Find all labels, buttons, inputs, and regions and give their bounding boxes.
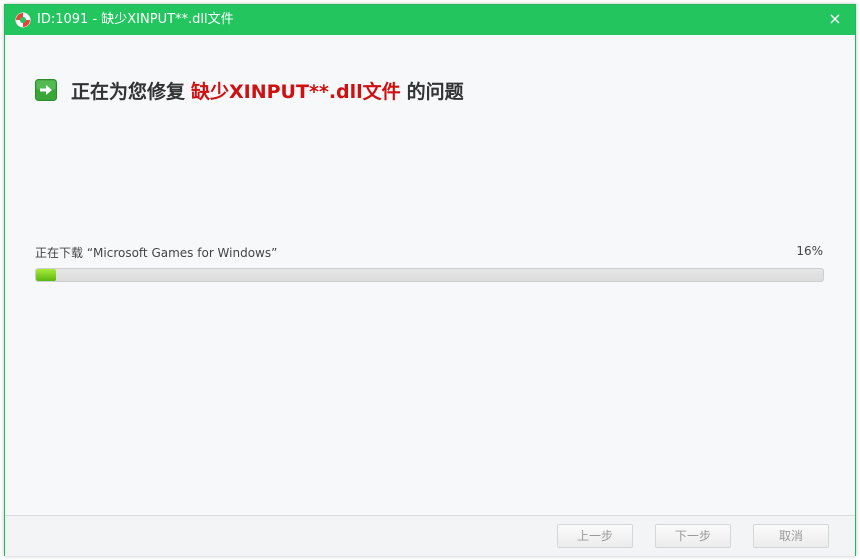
- lifebuoy-app-icon: [15, 12, 31, 28]
- previous-step-button[interactable]: 上一步: [557, 524, 633, 548]
- cancel-button[interactable]: 取消: [753, 524, 829, 548]
- title-bar[interactable]: ID:1091 - 缺少XINPUT**.dll文件 ×: [5, 5, 855, 35]
- download-status-text: 正在下载 “Microsoft Games for Windows”: [35, 246, 278, 260]
- download-progress-bar: [35, 268, 824, 282]
- window-title: ID:1091 - 缺少XINPUT**.dll文件: [37, 12, 234, 27]
- heading-prefix: 正在为您修复: [71, 80, 186, 103]
- green-arrow-right-icon: [35, 79, 57, 101]
- progress-bar-fill: [36, 269, 56, 281]
- close-icon[interactable]: ×: [828, 9, 841, 28]
- repair-heading: 正在为您修复 缺少XINPUT**.dll文件 的问题: [35, 77, 464, 103]
- repair-dialog-window: ID:1091 - 缺少XINPUT**.dll文件 × 正在为您修复 缺少XI…: [4, 4, 856, 556]
- next-step-button[interactable]: 下一步: [655, 524, 731, 548]
- progress-percent: 16%: [796, 244, 823, 258]
- heading-problem-name: 缺少XINPUT**.dll文件: [191, 80, 401, 103]
- heading-suffix: 的问题: [406, 80, 464, 103]
- close-button[interactable]: ×: [825, 9, 845, 29]
- button-bar: 上一步 下一步 取消: [5, 515, 855, 556]
